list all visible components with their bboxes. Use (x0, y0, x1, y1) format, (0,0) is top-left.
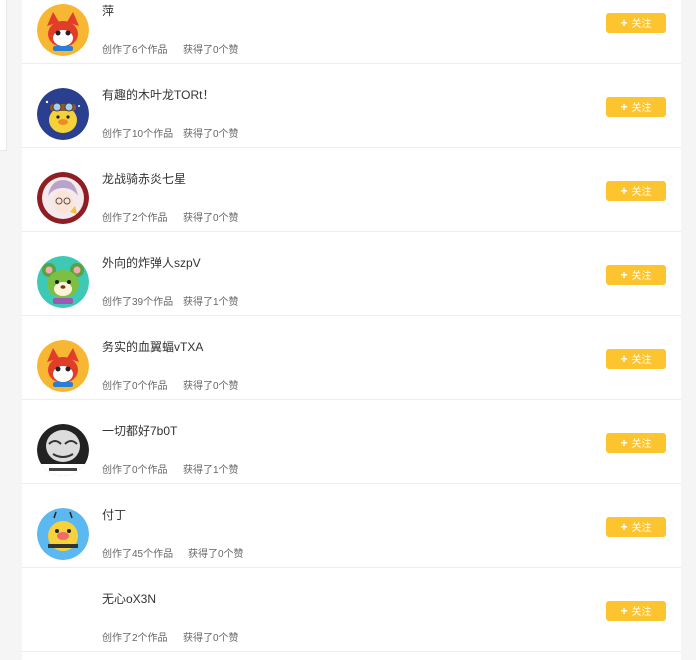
plus-icon: + (620, 16, 628, 30)
likes-count: 获得了0个赞 (183, 213, 239, 224)
yellow-bee-cartoon-avatar-icon (37, 508, 89, 560)
avatar[interactable] (37, 172, 89, 224)
follow-label: 关注 (631, 523, 652, 534)
user-name[interactable]: 付丁 (102, 506, 126, 523)
left-panel-edge (0, 0, 7, 151)
follow-label: 关注 (631, 607, 652, 618)
avatar[interactable] (37, 592, 89, 644)
list-item: 无心oX3N 创作了2个作品 获得了0个赞 + 关注 (22, 568, 681, 652)
follow-label: 关注 (631, 271, 652, 282)
works-count: 创作了10个作品 (102, 129, 174, 140)
plus-icon: + (620, 100, 628, 114)
user-name[interactable]: 龙战骑赤炎七星 (102, 170, 186, 187)
plus-icon: + (620, 184, 628, 198)
plus-icon: + (620, 604, 628, 618)
list-item: 付丁 创作了45个作品 获得了0个赞 + 关注 (22, 484, 681, 568)
follow-button[interactable]: + 关注 (606, 265, 666, 285)
works-count: 创作了6个作品 (102, 45, 168, 56)
user-name[interactable]: 萍 (102, 2, 114, 19)
user-name[interactable]: 无心oX3N (102, 590, 156, 607)
user-name[interactable]: 外向的炸弹人szpV (102, 254, 201, 271)
works-count: 创作了0个作品 (102, 381, 168, 392)
meme-face-avatar-icon (37, 424, 89, 476)
list-item: 有趣的木叶龙TORt！ 创作了10个作品 获得了0个赞 + 关注 (22, 64, 681, 148)
likes-count: 获得了0个赞 (183, 381, 239, 392)
works-count: 创作了2个作品 (102, 213, 168, 224)
avatar[interactable] (37, 88, 89, 140)
works-count: 创作了0个作品 (102, 465, 168, 476)
follow-button[interactable]: + 关注 (606, 601, 666, 621)
follow-button[interactable]: + 关注 (606, 433, 666, 453)
user-name[interactable]: 一切都好7b0T (102, 422, 177, 439)
likes-count: 获得了0个赞 (183, 129, 239, 140)
follow-button[interactable]: + 关注 (606, 13, 666, 33)
avatar[interactable] (37, 4, 89, 56)
user-name[interactable]: 有趣的木叶龙TORt！ (102, 86, 214, 103)
plus-icon: + (620, 520, 628, 534)
yellow-duck-pilot-avatar-icon (37, 88, 89, 140)
list-item: 萍 创作了6个作品 获得了0个赞 + 关注 (22, 0, 681, 64)
follow-button[interactable]: + 关注 (606, 517, 666, 537)
list-item: 一切都好7b0T 创作了0个作品 获得了1个赞 + 关注 (22, 400, 681, 484)
follow-label: 关注 (631, 355, 652, 366)
follow-button[interactable]: + 关注 (606, 349, 666, 369)
likes-count: 获得了1个赞 (183, 465, 239, 476)
avatar[interactable] (37, 508, 89, 560)
plus-icon: + (620, 436, 628, 450)
avatar[interactable] (37, 256, 89, 308)
likes-count: 获得了0个赞 (188, 549, 244, 560)
user-list: 萍 创作了6个作品 获得了0个赞 + 关注 有趣的木叶龙TORt！ 创作了10个作… (22, 0, 681, 660)
follow-button[interactable]: + 关注 (606, 97, 666, 117)
anime-character-avatar-icon (37, 172, 89, 224)
likes-count: 获得了0个赞 (183, 45, 239, 56)
user-name[interactable]: 务实的血翼蝠vTXA (102, 338, 203, 355)
works-count: 创作了39个作品 (102, 297, 174, 308)
works-count: 创作了2个作品 (102, 633, 168, 644)
follow-label: 关注 (631, 103, 652, 114)
likes-count: 获得了0个赞 (183, 633, 239, 644)
follow-label: 关注 (631, 187, 652, 198)
follow-button[interactable]: + 关注 (606, 181, 666, 201)
list-item: 外向的炸弹人szpV 创作了39个作品 获得了1个赞 + 关注 (22, 232, 681, 316)
avatar[interactable] (37, 424, 89, 476)
green-bear-cartoon-avatar-icon (37, 256, 89, 308)
works-count: 创作了45个作品 (102, 549, 174, 560)
follow-label: 关注 (631, 19, 652, 30)
plus-icon: + (620, 268, 628, 282)
red-fox-cartoon-avatar-icon (37, 4, 89, 56)
plus-icon: + (620, 352, 628, 366)
follow-label: 关注 (631, 439, 652, 450)
list-item: 龙战骑赤炎七星 创作了2个作品 获得了0个赞 + 关注 (22, 148, 681, 232)
list-item: 务实的血翼蝠vTXA 创作了0个作品 获得了0个赞 + 关注 (22, 316, 681, 400)
red-fox-cartoon-avatar-icon (37, 340, 89, 392)
likes-count: 获得了1个赞 (183, 297, 239, 308)
avatar[interactable] (37, 340, 89, 392)
